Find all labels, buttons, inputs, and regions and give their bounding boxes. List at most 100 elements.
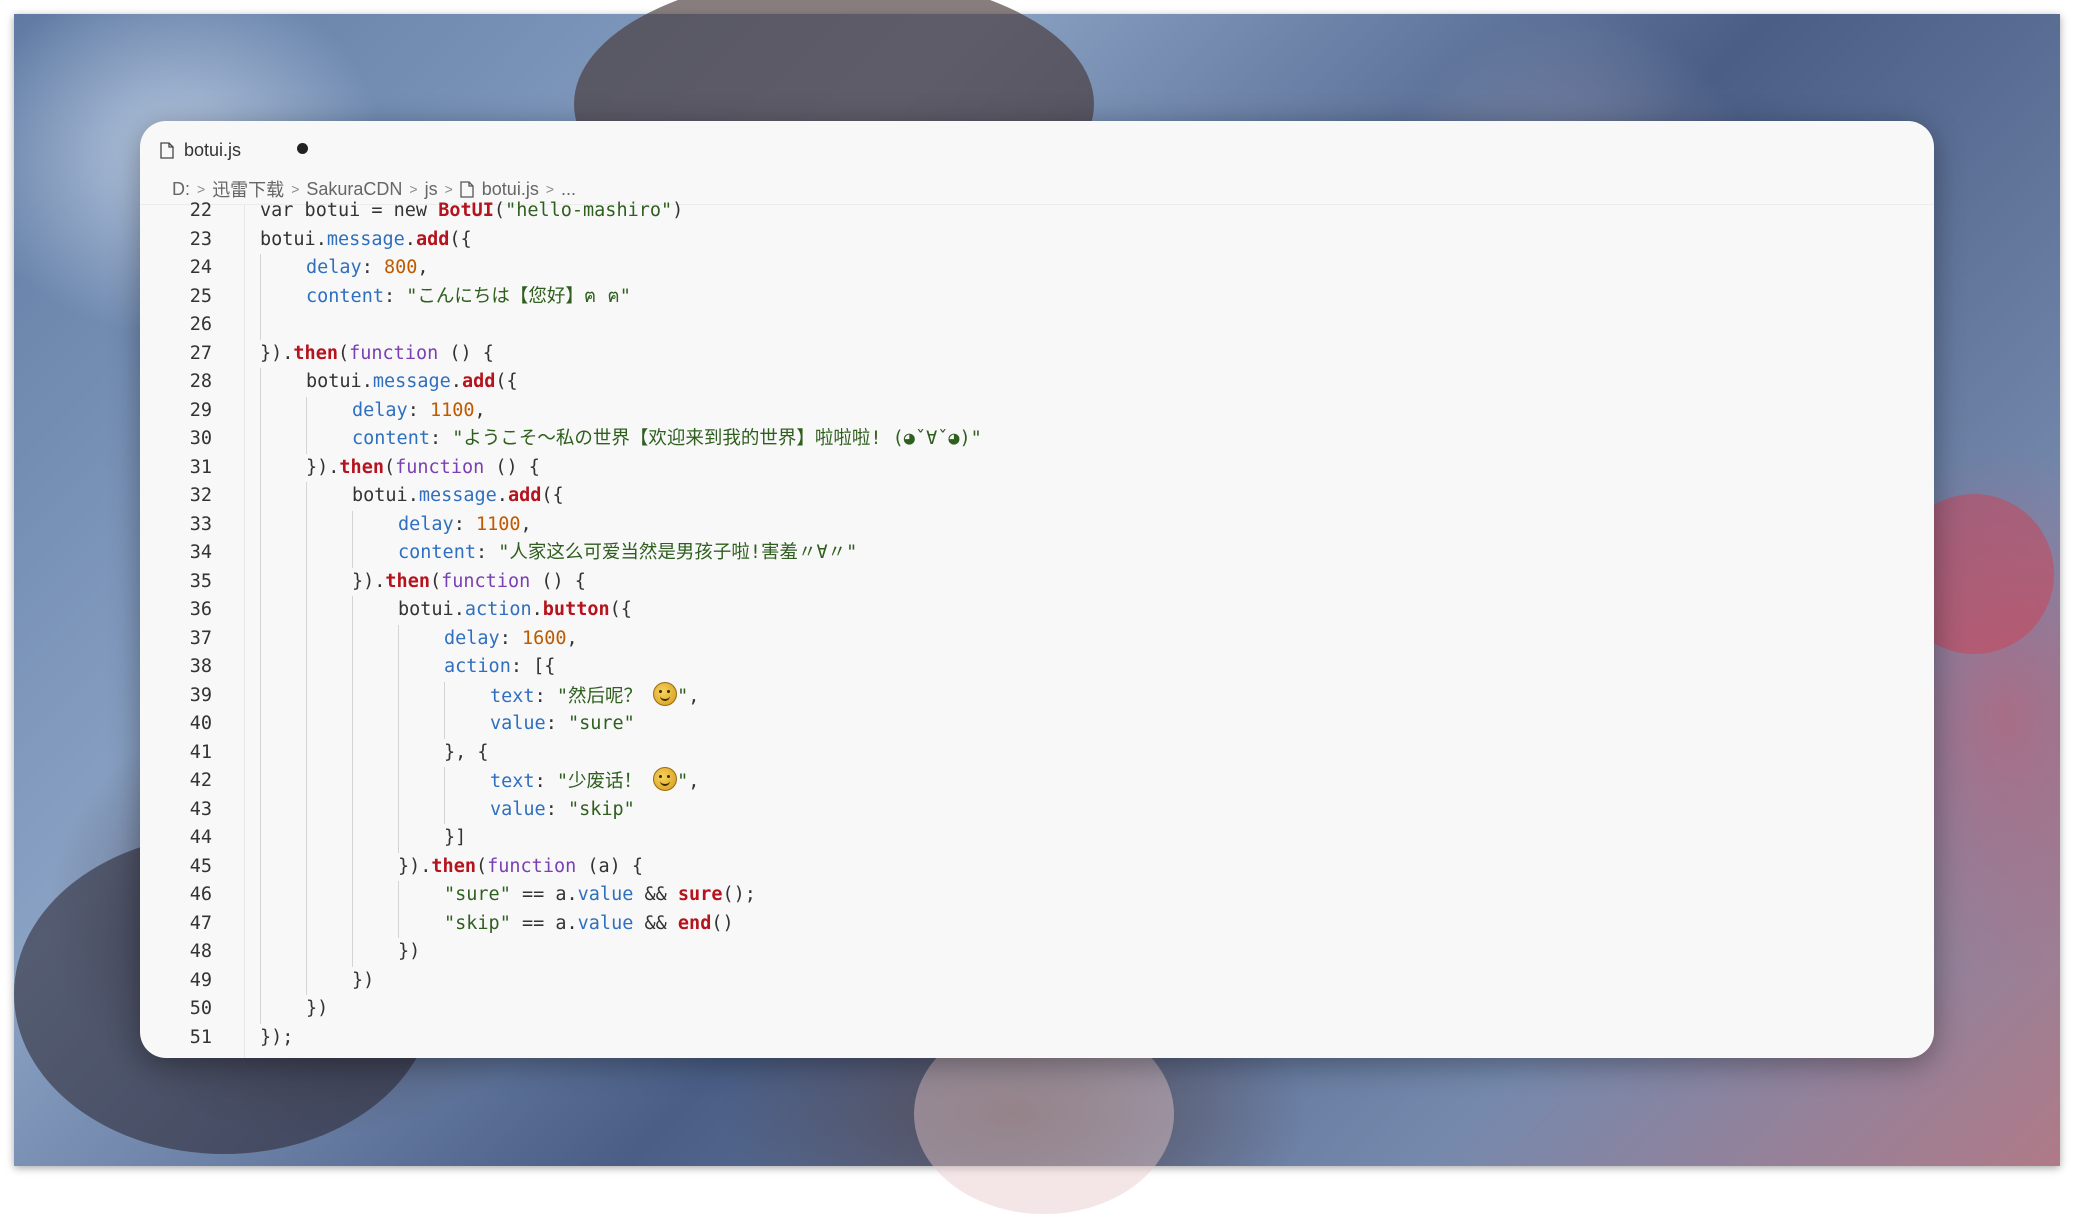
code-line[interactable]: 35}).then(function () { [140,567,1934,596]
code-token: , [520,513,532,535]
line-number: 51 [189,1026,212,1048]
code-token: text [490,771,535,792]
code-token: text [490,685,535,707]
code-line[interactable]: 23 botui.message.add({ [140,226,1934,254]
code-line[interactable]: 36 botui.action.button({ [140,596,1934,625]
line-number: 23 [189,228,212,250]
code-token: : [383,285,407,307]
code-line[interactable]: 44}] [140,824,1934,853]
indent-guide [444,681,445,710]
indent-guide [260,311,261,340]
tab-botui-js[interactable]: botui.js [160,133,320,167]
line-number: 42 [189,770,212,791]
code-token: delay [398,513,454,535]
code-token: content [352,428,430,449]
code-token: add [507,485,542,506]
code-token: then [431,855,476,877]
line-code: content: "ようこそ～私の世界【欢迎来到我的世界】啦啦啦! (◕ˇ∀ˇ◕… [352,425,982,453]
unsaved-dot-icon[interactable] [297,143,308,154]
code-line[interactable]: 30 content: "ようこそ～私の世界【欢迎来到我的世界】啦啦啦! (◕ˇ∀… [140,425,1934,454]
indent-guide [260,254,261,283]
code-token: "少废话！ [556,771,654,792]
code-line[interactable]: 25 content: "こんにちは【您好】ฅ ฅ" [140,282,1934,311]
code-line[interactable]: 45}).then(function (a) { [140,852,1934,881]
code-line[interactable]: 22 var botui = new BotUI("hello-mashiro") [140,197,1934,225]
indent-guide [398,824,399,853]
line-number: 25 [189,285,212,307]
code-token: message [372,371,451,392]
indent-guide [306,852,307,881]
code-token: ( [493,200,506,221]
line-number: 34 [189,542,212,563]
indent-guide [306,710,307,739]
code-line[interactable]: 34 content: "人家这么可爱当然是男孩子啦!害羞〃∀〃" [140,539,1934,568]
code-line[interactable]: 39 text: "然后呢？ ", [140,681,1934,710]
code-line[interactable]: 43 value: "skip" [140,795,1934,824]
code-line[interactable]: 28 botui.message.add({ [140,368,1934,397]
code-token: "skip" [567,798,635,820]
indent-guide [306,681,307,710]
line-number: 30 [189,428,212,449]
code-token: . [531,599,543,620]
code-line[interactable]: 51}); [140,1024,1934,1052]
code-line[interactable]: 32 botui.message.add({ [140,482,1934,511]
indent-guide [306,909,307,938]
code-line[interactable]: 33 delay: 1100, [140,510,1934,539]
code-line[interactable]: 50}) [140,995,1934,1024]
code-line[interactable]: 24 delay: 800, [140,254,1934,283]
code-token: content [398,542,476,563]
code-line[interactable]: 48}) [140,938,1934,967]
indent-guide [444,710,445,739]
indent-guide [260,710,261,739]
indent-guide [352,596,353,625]
code-token: function [395,456,485,478]
code-line[interactable]: 40 value: "sure" [140,710,1934,739]
code-line[interactable]: 42 text: "少废话！ ", [140,767,1934,796]
code-line[interactable]: 26 [140,311,1934,340]
line-code: }) [352,967,374,995]
indent-guide [352,710,353,739]
line-code: var botui = new BotUI("hello-mashiro") [260,197,683,225]
indent-guide [260,482,261,511]
line-code: action: [{ [444,653,555,681]
code-token: : [545,798,568,820]
indent-guide [260,510,261,539]
indent-guide [306,396,307,425]
code-line[interactable]: 37 delay: 1600, [140,624,1934,653]
line-code: botui.action.button({ [398,596,632,624]
code-token: message [418,485,497,506]
code-token: (a) { [576,855,644,877]
code-token: "hello-mashiro" [505,200,673,221]
indent-guide [260,396,261,425]
code-token: : [545,713,568,734]
line-number: 45 [189,855,212,877]
code-line[interactable]: 31}).then(function () { [140,453,1934,482]
code-line[interactable]: 47 "skip" == a.value && end() [140,909,1934,938]
line-code: text: "少废话！ ", [490,767,699,796]
code-area[interactable]: 22 var botui = new BotUI("hello-mashiro")… [140,200,1934,1058]
indent-guide [260,282,261,311]
indent-guide [306,482,307,511]
code-line[interactable]: 46 "sure" == a.value && sure(); [140,881,1934,910]
code-token: }). [260,342,294,364]
line-number: 29 [189,399,212,421]
code-line[interactable]: 41}, { [140,738,1934,767]
indent-guide [260,852,261,881]
code-token: " [677,771,689,792]
indent-guide [352,909,353,938]
indent-guide [306,738,307,767]
indent-guide [398,795,399,824]
code-token: . [496,485,508,506]
line-code: }] [444,824,466,852]
indent-guide [260,738,261,767]
code-line[interactable]: 49}) [140,966,1934,995]
code-line[interactable]: 38 action: [{ [140,653,1934,682]
indent-guide [352,767,353,796]
line-number: 33 [189,513,212,535]
code-token: botui. [398,599,465,620]
code-token: ( [429,570,442,592]
code-line[interactable]: 27}).then(function () { [140,340,1934,368]
code-token: }). [306,456,340,478]
code-line[interactable]: 29 delay: 1100, [140,396,1934,425]
line-number: 40 [189,713,212,734]
